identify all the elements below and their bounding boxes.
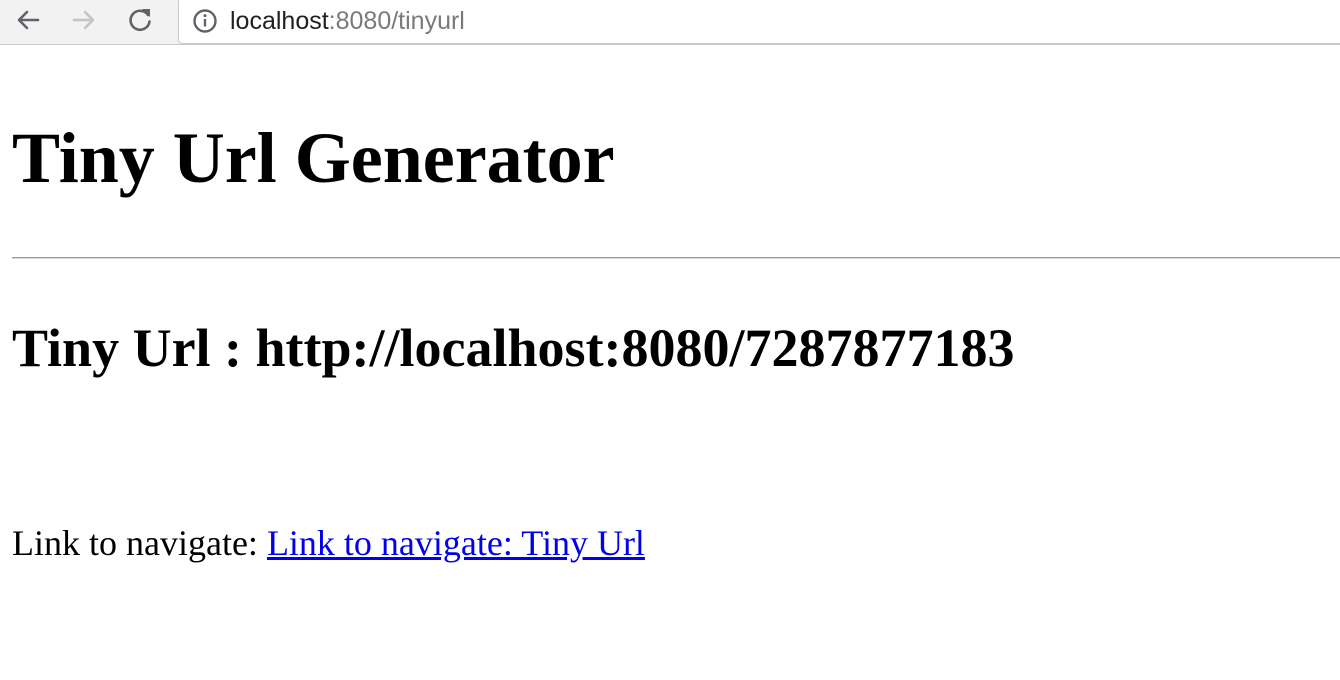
page-title: Tiny Url Generator	[12, 118, 615, 198]
arrow-left-icon	[17, 10, 40, 30]
navigate-line: Link to navigate: Link to navigate: Tiny…	[12, 522, 645, 564]
back-button[interactable]	[12, 4, 44, 36]
navigate-label: Link to navigate:	[12, 523, 267, 563]
tiny-url-link[interactable]: Link to navigate: Tiny Url	[267, 523, 645, 563]
url-text[interactable]: localhost:8080/tinyurl	[230, 5, 465, 37]
forward-button[interactable]	[68, 4, 100, 36]
tiny-url-heading: Tiny Url : http://localhost:8080/7287877…	[12, 318, 1015, 378]
browser-toolbar: localhost:8080/tinyurl	[0, 0, 1340, 45]
divider	[12, 257, 1340, 259]
address-bar[interactable]: localhost:8080/tinyurl	[178, 0, 1340, 44]
info-icon[interactable]	[192, 8, 218, 34]
url-path: :8080/tinyurl	[328, 7, 465, 35]
reload-button[interactable]	[124, 4, 156, 36]
reload-icon	[129, 9, 151, 31]
url-host: localhost	[230, 7, 329, 35]
arrow-right-icon	[72, 10, 95, 30]
